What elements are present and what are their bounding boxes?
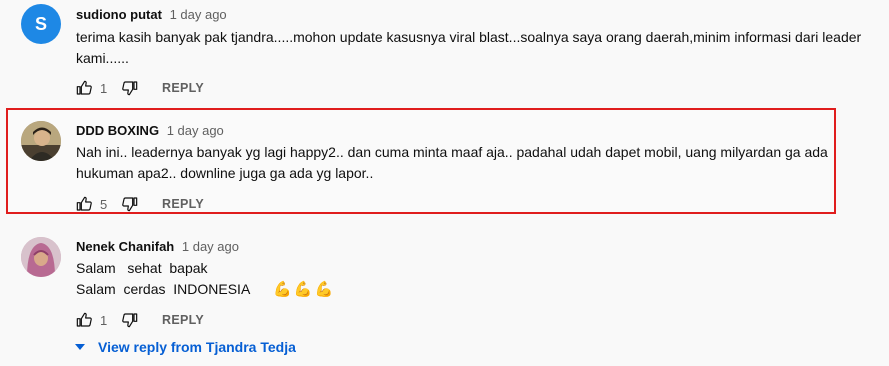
like-count: 5 [100, 196, 108, 212]
comment-header: sudiono putat 1 day ago [76, 7, 227, 22]
thumb-down-icon[interactable] [122, 80, 138, 96]
timestamp[interactable]: 1 day ago [170, 7, 227, 22]
comment-text: Nah ini.. leadernya banyak yg lagi happy… [76, 142, 866, 184]
reply-button[interactable]: REPLY [162, 313, 204, 327]
author-name[interactable]: sudiono putat [76, 7, 162, 22]
reply-button[interactable]: REPLY [162, 197, 204, 211]
thumb-up-icon[interactable] [76, 312, 92, 328]
avatar[interactable] [21, 237, 61, 277]
comment-text-line: kami...... [76, 50, 129, 66]
thumb-down-icon[interactable] [122, 312, 138, 328]
thumb-up-icon[interactable] [76, 80, 92, 96]
flexed-biceps-emoji: 💪 [273, 281, 292, 298]
timestamp[interactable]: 1 day ago [167, 123, 224, 138]
avatar[interactable] [21, 121, 61, 161]
view-replies-button[interactable]: View reply from Tjandra Tedja [74, 339, 296, 355]
comment-text-line: Salam cerdas INDONESIA [76, 281, 250, 297]
flexed-biceps-emoji: 💪 [293, 281, 313, 298]
author-name[interactable]: Nenek Chanifah [76, 239, 174, 254]
avatar-photo [21, 121, 61, 161]
comment-text-line-with-emoji: Salam cerdas INDONESIA 💪 💪 💪 [76, 279, 866, 300]
thumb-up-icon[interactable] [76, 196, 92, 212]
view-replies-label: View reply from Tjandra Tedja [98, 339, 296, 355]
comment-actions: 1 REPLY [76, 310, 204, 330]
timestamp[interactable]: 1 day ago [182, 239, 239, 254]
comment-text: Salam sehat bapak Salam cerdas INDONESIA… [76, 258, 866, 300]
comment-text-line: Salam sehat bapak [76, 260, 208, 276]
comment-text-line: hukuman apa2.. downline juga ga ada yg l… [76, 165, 374, 181]
like-count: 1 [100, 80, 108, 96]
author-name[interactable]: DDD BOXING [76, 123, 159, 138]
reply-button[interactable]: REPLY [162, 81, 204, 95]
avatar[interactable]: S [21, 4, 61, 44]
avatar-photo [21, 237, 61, 277]
comment-header: DDD BOXING 1 day ago [76, 123, 224, 138]
comment-actions: 1 REPLY [76, 78, 204, 98]
comment-text-line: terima kasih banyak pak tjandra.....moho… [76, 29, 862, 45]
comment-text-line: Nah ini.. leadernya banyak yg lagi happy… [76, 144, 828, 160]
thumb-down-icon[interactable] [122, 196, 138, 212]
comment-text: terima kasih banyak pak tjandra.....moho… [76, 27, 866, 69]
caret-down-icon [75, 344, 85, 350]
like-count: 1 [100, 312, 108, 328]
flexed-biceps-emoji: 💪 [314, 281, 334, 298]
comment-header: Nenek Chanifah 1 day ago [76, 239, 239, 254]
comment-actions: 5 REPLY [76, 194, 204, 214]
